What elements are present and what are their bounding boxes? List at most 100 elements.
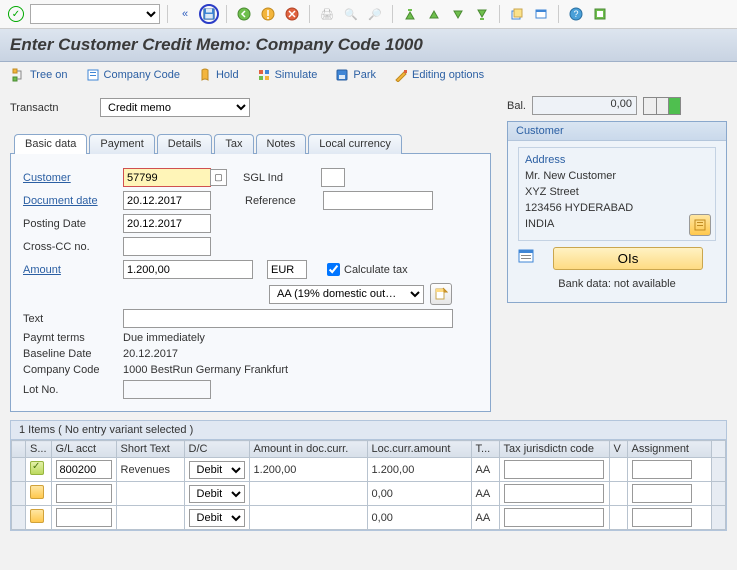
customer-input[interactable] xyxy=(123,168,211,187)
gl-acct-input[interactable] xyxy=(56,460,112,479)
status-warn-icon xyxy=(30,509,44,523)
text-input[interactable] xyxy=(123,309,453,328)
tax-cell[interactable]: AA xyxy=(471,506,499,530)
loc-amount-cell[interactable]: 0,00 xyxy=(367,482,471,506)
back-history-icon[interactable]: « xyxy=(175,4,195,24)
col-status[interactable]: S... xyxy=(26,441,52,458)
command-field[interactable] xyxy=(30,4,160,24)
shortcut-icon[interactable] xyxy=(531,4,551,24)
tab-basic-data[interactable]: Basic data xyxy=(14,134,87,154)
tabstrip: Basic data Payment Details Tax Notes Loc… xyxy=(10,133,491,154)
tab-tax[interactable]: Tax xyxy=(214,134,253,154)
cross-cc-input[interactable] xyxy=(123,237,211,256)
address-line-4: INDIA xyxy=(525,218,709,230)
document-date-input[interactable] xyxy=(123,191,211,210)
customer-label[interactable]: Customer xyxy=(23,172,123,184)
back-icon[interactable] xyxy=(234,4,254,24)
tax-detail-button[interactable] xyxy=(430,283,452,305)
col-tax[interactable]: T... xyxy=(471,441,499,458)
exit-icon[interactable] xyxy=(258,4,278,24)
row-selector[interactable] xyxy=(12,506,26,530)
tab-notes[interactable]: Notes xyxy=(256,134,307,154)
loc-amount-cell[interactable]: 0,00 xyxy=(367,506,471,530)
table-row[interactable]: Debit 0,00AA xyxy=(12,506,726,530)
amount-label[interactable]: Amount xyxy=(23,264,123,276)
calculate-tax-checkbox[interactable] xyxy=(327,263,340,276)
row-selector[interactable] xyxy=(12,458,26,482)
tax-jur-input[interactable] xyxy=(504,508,604,527)
tree-on-button[interactable]: Tree on xyxy=(12,68,68,82)
loc-amount-cell[interactable]: 1.200,00 xyxy=(367,458,471,482)
amount-doc-cell[interactable] xyxy=(249,506,367,530)
help-icon[interactable]: ? xyxy=(566,4,586,24)
col-short-text[interactable]: Short Text xyxy=(116,441,184,458)
col-loc-amount[interactable]: Loc.curr.amount xyxy=(367,441,471,458)
new-session-icon[interactable] xyxy=(507,4,527,24)
company-code-button[interactable]: Company Code xyxy=(86,68,180,82)
amount-doc-cell[interactable]: 1.200,00 xyxy=(249,458,367,482)
table-row[interactable]: RevenuesDebit1.200,001.200,00AA xyxy=(12,458,726,482)
dc-select[interactable]: Debit xyxy=(189,485,245,503)
posting-date-label: Posting Date xyxy=(23,218,123,230)
currency-input[interactable] xyxy=(267,260,307,279)
row-selector[interactable] xyxy=(12,482,26,506)
text-label: Text xyxy=(23,313,123,325)
first-page-icon[interactable] xyxy=(400,4,420,24)
col-gl-acct[interactable]: G/L acct xyxy=(51,441,116,458)
short-text-cell: Revenues xyxy=(116,458,184,482)
table-row[interactable]: Debit 0,00AA xyxy=(12,482,726,506)
lot-no-input xyxy=(123,380,211,399)
customer-f4-help[interactable]: ▢ xyxy=(210,169,227,186)
cancel-icon[interactable] xyxy=(282,4,302,24)
tab-local-currency[interactable]: Local currency xyxy=(308,134,402,154)
address-line-2: XYZ Street xyxy=(525,186,709,198)
reference-input[interactable] xyxy=(323,191,433,210)
simulate-button[interactable]: Simulate xyxy=(257,68,318,82)
customize-icon[interactable] xyxy=(590,4,610,24)
tab-details[interactable]: Details xyxy=(157,134,213,154)
tax-jur-input[interactable] xyxy=(504,460,604,479)
v-cell[interactable] xyxy=(609,458,627,482)
last-page-icon[interactable] xyxy=(472,4,492,24)
park-button[interactable]: Park xyxy=(335,68,376,82)
col-row-selector[interactable] xyxy=(12,441,26,458)
assignment-input[interactable] xyxy=(632,460,692,479)
hold-label: Hold xyxy=(216,69,239,81)
dc-select[interactable]: Debit xyxy=(189,461,245,479)
hold-button[interactable]: Hold xyxy=(198,68,239,82)
amount-doc-cell[interactable] xyxy=(249,482,367,506)
gl-acct-input[interactable] xyxy=(56,484,112,503)
ok-button[interactable]: ✓ xyxy=(6,4,26,24)
tab-payment[interactable]: Payment xyxy=(89,134,154,154)
transaction-select[interactable]: Credit memo xyxy=(100,98,250,117)
company-code-label: Company Code xyxy=(104,69,180,81)
col-v[interactable]: V xyxy=(609,441,627,458)
col-tax-jur[interactable]: Tax jurisdictn code xyxy=(499,441,609,458)
address-detail-button[interactable] xyxy=(689,214,711,236)
dc-select[interactable]: Debit xyxy=(189,509,245,527)
col-dc[interactable]: D/C xyxy=(184,441,249,458)
prev-page-icon[interactable] xyxy=(424,4,444,24)
tax-code-select[interactable]: AA (19% domestic out… xyxy=(269,285,424,304)
sgl-ind-input[interactable] xyxy=(321,168,345,187)
v-cell[interactable] xyxy=(609,506,627,530)
posting-date-input[interactable] xyxy=(123,214,211,233)
col-amount-doc[interactable]: Amount in doc.curr. xyxy=(249,441,367,458)
document-date-label[interactable]: Document date xyxy=(23,195,123,207)
amount-input[interactable] xyxy=(123,260,253,279)
short-text-cell xyxy=(116,482,184,506)
assignment-input[interactable] xyxy=(632,484,692,503)
page-title: Enter Customer Credit Memo: Company Code… xyxy=(0,29,737,62)
tax-jur-input[interactable] xyxy=(504,484,604,503)
v-cell[interactable] xyxy=(609,482,627,506)
gl-acct-input[interactable] xyxy=(56,508,112,527)
tax-cell[interactable]: AA xyxy=(471,458,499,482)
editing-options-button[interactable]: Editing options xyxy=(394,68,484,82)
assignment-input[interactable] xyxy=(632,508,692,527)
sgl-ind-label: SGL Ind xyxy=(243,172,321,184)
ois-button[interactable]: OIs xyxy=(553,247,703,270)
col-assignment[interactable]: Assignment xyxy=(627,441,711,458)
tax-cell[interactable]: AA xyxy=(471,482,499,506)
next-page-icon[interactable] xyxy=(448,4,468,24)
save-button[interactable] xyxy=(199,4,219,24)
